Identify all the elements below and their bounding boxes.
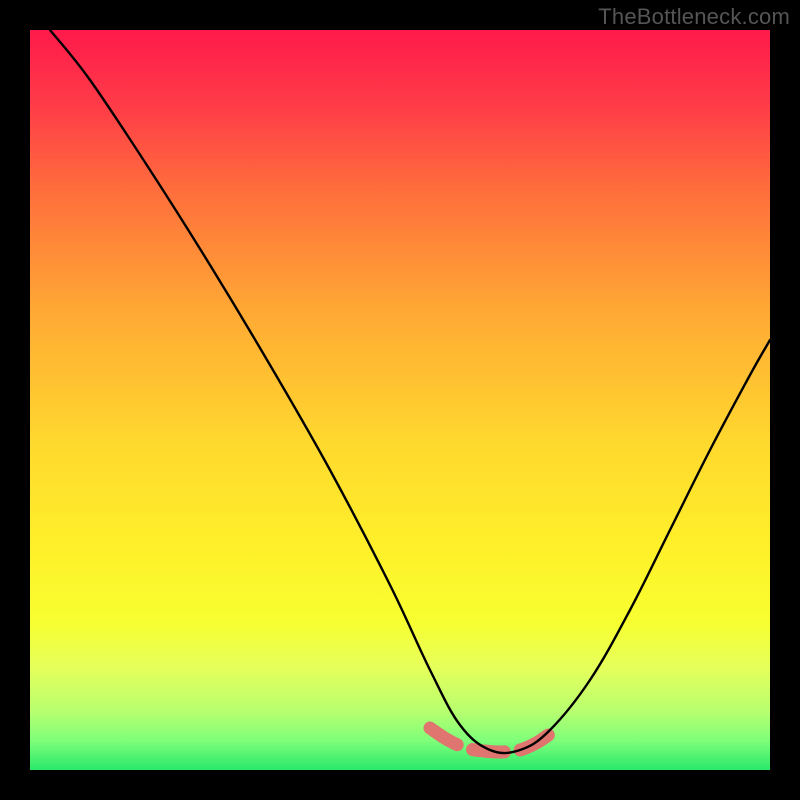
watermark-text: TheBottleneck.com [598,4,790,30]
bottleneck-curve [50,30,770,753]
chart-svg [30,30,770,770]
plot-area [30,30,770,770]
optimal-zone-dash [430,728,555,752]
chart-frame: TheBottleneck.com [0,0,800,800]
